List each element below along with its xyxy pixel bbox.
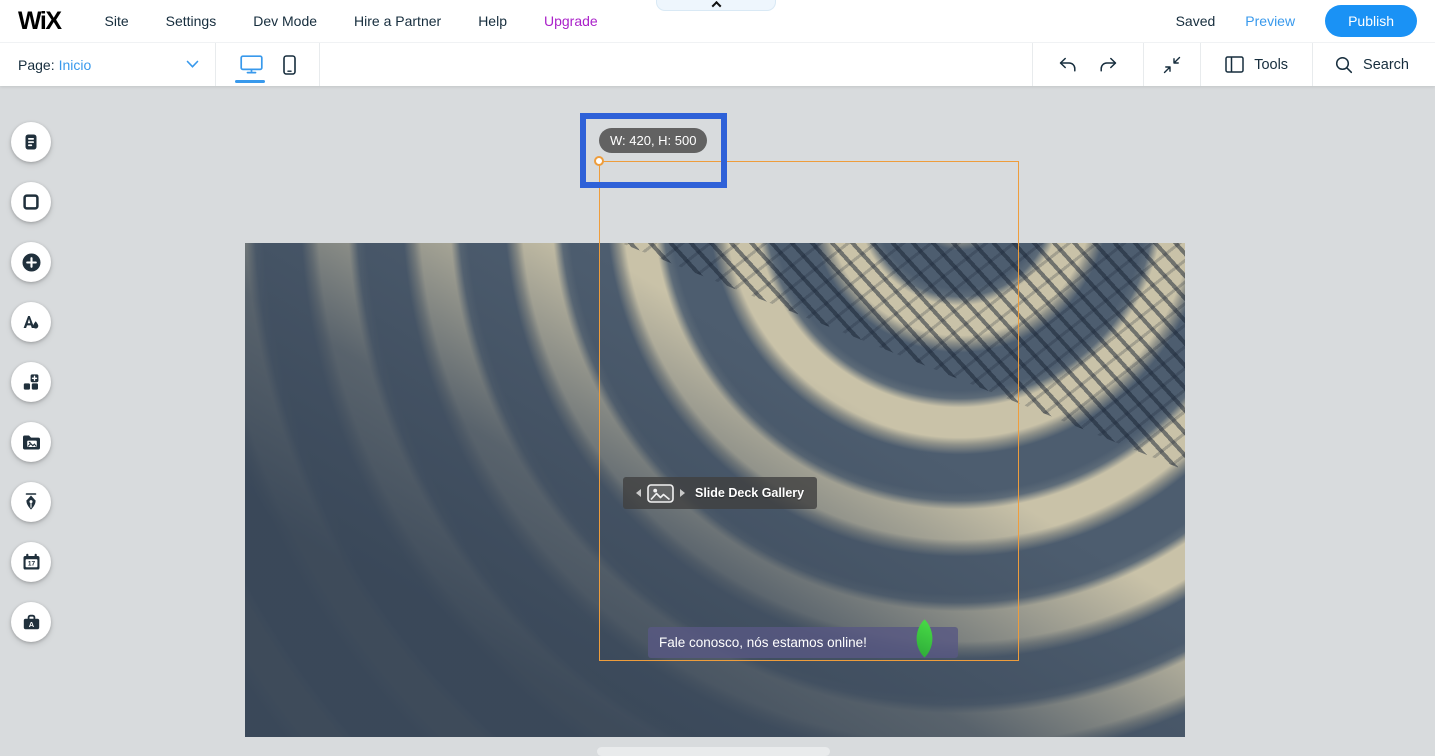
toolbar-spacer	[320, 43, 1032, 86]
zoom-out-controls	[1143, 43, 1200, 86]
topbar-actions: Saved Preview Publish	[1176, 5, 1417, 37]
page-label: Page:	[18, 57, 55, 73]
collapse-view-icon[interactable]	[1163, 56, 1181, 74]
redo-icon[interactable]	[1099, 57, 1118, 73]
tools-button[interactable]: Tools	[1200, 43, 1312, 86]
sidebar-item-pen-tool[interactable]	[11, 482, 51, 522]
media-icon	[21, 433, 42, 452]
background-icon	[21, 192, 41, 212]
mobile-icon[interactable]	[283, 55, 296, 75]
history-controls	[1032, 43, 1143, 86]
sidebar-item-media[interactable]	[11, 422, 51, 462]
sidebar-item-app-market[interactable]	[11, 362, 51, 402]
add-elements-icon	[21, 252, 42, 273]
search-button[interactable]: Search	[1312, 43, 1435, 86]
search-label: Search	[1363, 57, 1409, 73]
page-selector[interactable]: Page: Inicio	[0, 43, 216, 86]
business-tools-icon: A	[21, 612, 42, 632]
sidebar-item-business-tools[interactable]: A	[11, 602, 51, 642]
editor-sidebar: 17 A	[11, 122, 51, 662]
page-name: Inicio	[59, 57, 92, 73]
tools-label: Tools	[1254, 57, 1288, 73]
menu-hire-a-partner[interactable]: Hire a Partner	[354, 13, 441, 29]
business-tools-label: A	[28, 620, 34, 629]
desktop-selected-underline	[235, 80, 265, 83]
pages-menu-icon	[21, 132, 41, 152]
sidebar-item-site-design[interactable]	[11, 302, 51, 342]
sidebar-item-add-elements[interactable]	[11, 242, 51, 282]
desktop-icon[interactable]	[240, 55, 263, 74]
collapse-panel-tab[interactable]	[656, 0, 776, 11]
tools-panel-icon	[1225, 56, 1244, 73]
search-icon	[1335, 56, 1353, 74]
bookings-date-label: 17	[27, 560, 35, 567]
bookings-calendar-icon: 17	[21, 552, 42, 572]
pen-tool-icon	[21, 492, 41, 512]
sidebar-item-background[interactable]	[11, 182, 51, 222]
menu-site[interactable]: Site	[105, 13, 129, 29]
chevron-up-icon	[711, 1, 721, 11]
size-tooltip: W: 420, H: 500	[599, 128, 707, 153]
horizontal-scrollbar[interactable]	[597, 747, 830, 756]
sidebar-item-bookings[interactable]: 17	[11, 542, 51, 582]
element-selection-outline[interactable]	[599, 161, 1019, 661]
menu-help[interactable]: Help	[478, 13, 507, 29]
resize-handle-top-left[interactable]	[594, 156, 604, 166]
menu-dev-mode[interactable]: Dev Mode	[253, 13, 317, 29]
undo-icon[interactable]	[1058, 57, 1077, 73]
menu-upgrade[interactable]: Upgrade	[544, 13, 598, 29]
publish-button[interactable]: Publish	[1325, 5, 1417, 37]
top-menu: Site Settings Dev Mode Hire a Partner He…	[105, 13, 598, 29]
preview-button[interactable]: Preview	[1245, 13, 1295, 29]
chevron-down-icon	[186, 60, 199, 69]
site-design-icon	[21, 312, 41, 332]
device-switcher	[216, 43, 320, 86]
sidebar-item-pages-menu[interactable]	[11, 122, 51, 162]
wix-logo[interactable]: WiX	[18, 7, 61, 36]
app-market-icon	[21, 372, 41, 392]
editor-toolbar: Page: Inicio	[0, 42, 1435, 86]
menu-settings[interactable]: Settings	[166, 13, 217, 29]
saved-status[interactable]: Saved	[1176, 13, 1216, 29]
